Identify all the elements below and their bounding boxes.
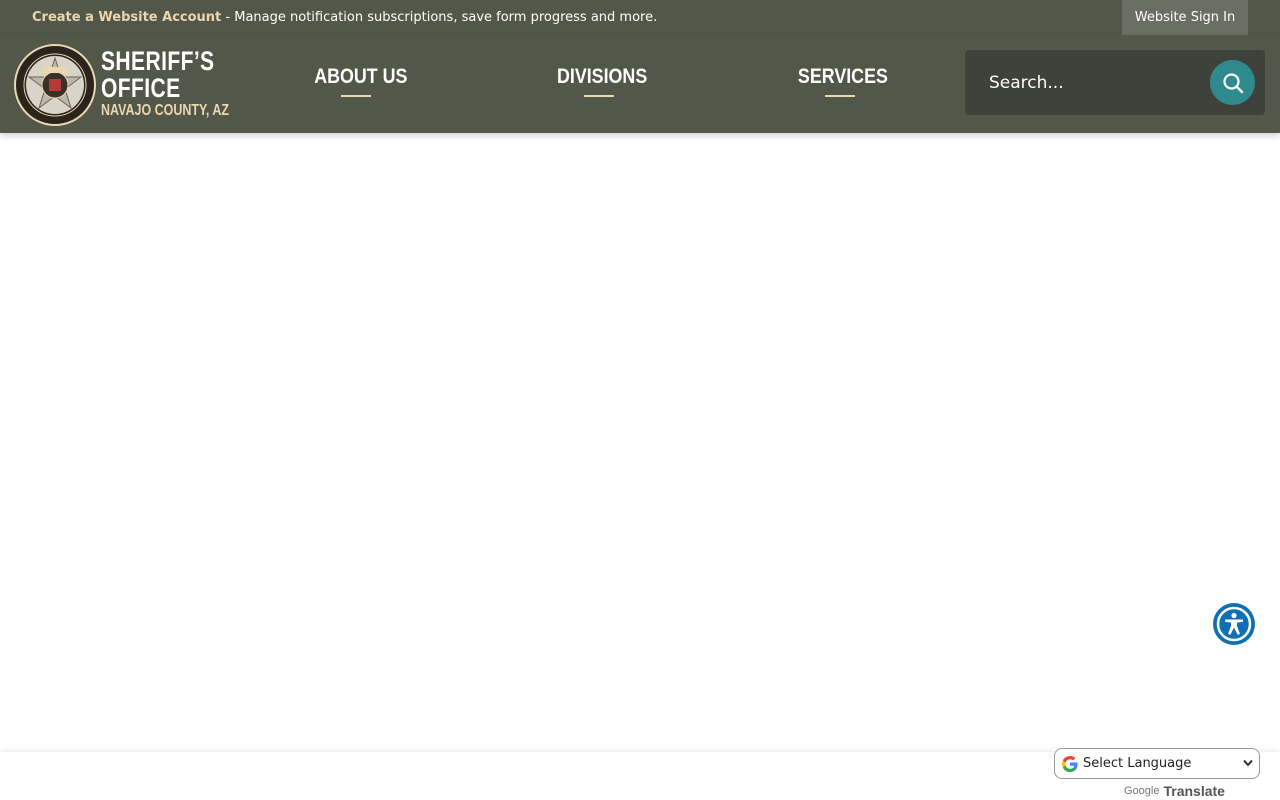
search-icon xyxy=(1222,72,1243,93)
create-account-link[interactable]: Create a Website Account xyxy=(32,10,221,25)
logo-line-office: OFFICE xyxy=(101,73,181,103)
search-input[interactable] xyxy=(977,60,1207,105)
translate-wordmark: Translate xyxy=(1163,783,1225,799)
nav-underline xyxy=(825,95,855,97)
nav-underline xyxy=(584,95,614,97)
select-language-label: Select Language xyxy=(1083,756,1192,771)
account-message-text: - Manage notification subscriptions, sav… xyxy=(221,10,658,25)
google-wordmark: Google xyxy=(1124,785,1160,797)
select-language-dropdown[interactable]: Select Language xyxy=(1054,748,1260,779)
nav-item-services[interactable]: SERVICES xyxy=(790,65,890,105)
sheriff-office-logo[interactable]: SHERIFF’S OFFICE NAVAJO COUNTY, AZ xyxy=(14,44,229,126)
logo-line-sheriffs: SHERIFF’S xyxy=(101,46,215,76)
chevron-down-icon xyxy=(1243,759,1253,767)
google-g-icon xyxy=(1062,756,1078,772)
nav-label: SERVICES xyxy=(797,65,888,88)
sheriff-seal-icon xyxy=(14,44,96,126)
search-button[interactable] xyxy=(1210,60,1255,105)
logo-line-county: NAVAJO COUNTY, AZ xyxy=(101,102,230,119)
nav-item-divisions[interactable]: DIVISIONS xyxy=(549,65,649,105)
site-header: SHERIFF’S OFFICE NAVAJO COUNTY, AZ ABOUT… xyxy=(0,35,1280,133)
search-box xyxy=(965,50,1265,115)
nav-label: ABOUT US xyxy=(314,65,408,88)
nav-item-about-us[interactable]: ABOUT US xyxy=(306,65,408,105)
nav-underline xyxy=(341,95,371,97)
logo-text: SHERIFF’S OFFICE NAVAJO COUNTY, AZ xyxy=(101,48,229,121)
powered-by-google-translate[interactable]: Google Translate xyxy=(1124,782,1225,800)
accessibility-icon xyxy=(1216,606,1252,642)
website-sign-in-button[interactable]: Website Sign In xyxy=(1122,0,1248,35)
nav-label: DIVISIONS xyxy=(556,65,648,88)
accessibility-button[interactable] xyxy=(1213,603,1255,645)
account-message: Create a Website Account - Manage notifi… xyxy=(32,0,657,35)
top-utility-bar: Create a Website Account - Manage notifi… xyxy=(0,0,1280,35)
